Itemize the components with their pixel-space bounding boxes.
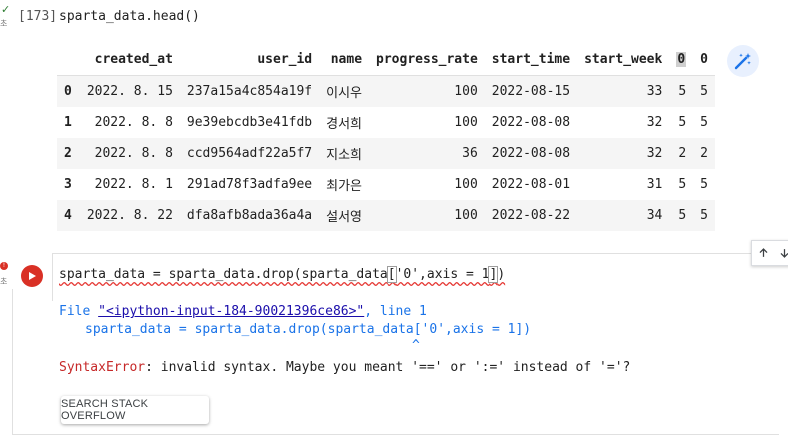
table-cell: ccd9564adf22a5f7 bbox=[186, 146, 313, 161]
row-index: 3 bbox=[64, 177, 72, 192]
cell2-code[interactable]: sparta_data = sparta_data.drop(sparta_da… bbox=[59, 266, 505, 283]
column-header: 0 bbox=[669, 44, 694, 76]
cell1-status: ✓ 초 bbox=[0, 0, 14, 40]
row-index: 0 bbox=[64, 84, 72, 99]
row-index: 1 bbox=[64, 115, 72, 130]
run-cell-button[interactable] bbox=[21, 265, 43, 287]
cell-toolbar bbox=[751, 240, 788, 266]
traceback-code-line: sparta_data = sparta_data.drop(sparta_da… bbox=[85, 322, 532, 337]
exec-time-label: 초 bbox=[0, 19, 8, 28]
table-cell: 2 bbox=[678, 146, 687, 161]
table-cell: 237a15a4c854a19f bbox=[186, 84, 313, 99]
table-cell: 291ad78f3adfa9ee bbox=[186, 177, 313, 192]
table-cell: 100 bbox=[454, 115, 478, 130]
error-message: SyntaxError: invalid syntax. Maybe you m… bbox=[59, 360, 631, 375]
traceback-link[interactable]: "<ipython-input-184-90021396ce86>" bbox=[98, 304, 364, 319]
check-icon: ✓ bbox=[1, 3, 11, 16]
table-cell: 100 bbox=[454, 177, 478, 192]
table-cell: 100 bbox=[454, 208, 478, 223]
table-row: 4 2022. 8. 22 dfa8afb8ada36a4a 설서영 100 2… bbox=[57, 200, 715, 231]
table-row: 2 2022. 8. 8 ccd9564adf22a5f7 지소희 36 202… bbox=[57, 138, 715, 169]
table-cell: 5 bbox=[678, 115, 687, 130]
table-row: 3 2022. 8. 1 291ad78f3adfa9ee 최가은 100 20… bbox=[57, 169, 715, 200]
table-cell: 9e39ebcdb3e41fdb bbox=[186, 115, 313, 130]
dataframe-output: created_at user_id name progress_rate st… bbox=[57, 44, 715, 231]
table-cell: 2022. 8. 22 bbox=[86, 208, 173, 223]
error-badge-icon: ! bbox=[0, 262, 8, 270]
cell-border bbox=[52, 253, 788, 254]
column-header: progress_rate bbox=[369, 44, 485, 76]
table-cell: dfa8afb8ada36a4a bbox=[186, 208, 313, 223]
column-header: start_week bbox=[577, 44, 670, 76]
execution-count: [173] bbox=[18, 9, 58, 24]
table-cell: 33 bbox=[646, 84, 663, 99]
table-row: 1 2022. 8. 8 9e39ebcdb3e41fdb 경서희 100 20… bbox=[57, 107, 715, 138]
cell1-code[interactable]: sparta_data.head() bbox=[59, 9, 200, 24]
row-index: 2 bbox=[64, 146, 72, 161]
exec-time-label: 초 bbox=[0, 277, 8, 286]
traceback-caret: ^ bbox=[412, 338, 420, 353]
table-header-row: created_at user_id name progress_rate st… bbox=[57, 44, 715, 76]
play-icon bbox=[29, 272, 36, 280]
magic-wand-button[interactable] bbox=[727, 45, 759, 77]
table-cell: 5 bbox=[700, 177, 708, 192]
table-cell: 2 bbox=[700, 146, 708, 161]
column-header: created_at bbox=[79, 44, 180, 76]
search-stack-overflow-button[interactable]: SEARCH STACK OVERFLOW bbox=[61, 396, 209, 424]
table-cell: 32 bbox=[646, 115, 663, 130]
column-header: start_time bbox=[484, 44, 578, 76]
arrow-down-icon[interactable] bbox=[779, 246, 788, 260]
magic-wand-icon bbox=[734, 53, 751, 70]
table-cell: 100 bbox=[454, 84, 478, 99]
table-cell: 2022-08-22 bbox=[491, 208, 571, 223]
table-cell: 5 bbox=[678, 177, 687, 192]
table-cell: 2022-08-08 bbox=[491, 115, 571, 130]
column-header: name bbox=[319, 44, 370, 76]
table-cell: 2022. 8. 8 bbox=[94, 146, 173, 161]
table-cell: 2022. 8. 1 bbox=[94, 177, 173, 192]
table-cell: 5 bbox=[700, 208, 708, 223]
table-cell: 2022-08-01 bbox=[491, 177, 571, 192]
table-cell: 36 bbox=[462, 146, 478, 161]
table-cell: 2022. 8. 15 bbox=[86, 84, 173, 99]
table-cell: 2022. 8. 8 bbox=[94, 115, 173, 130]
matching-bracket: [ bbox=[386, 266, 397, 283]
column-header bbox=[57, 44, 80, 76]
row-index: 4 bbox=[64, 208, 72, 223]
table-cell: 2022-08-15 bbox=[491, 84, 571, 99]
table-cell: 5 bbox=[678, 84, 687, 99]
table-cell: 최가은 bbox=[326, 179, 363, 194]
table-cell: 34 bbox=[646, 208, 663, 223]
table-row: 0 2022. 8. 15 237a15a4c854a19f 이시우 100 2… bbox=[57, 75, 715, 107]
table-cell: 32 bbox=[646, 146, 663, 161]
arrow-up-icon[interactable] bbox=[758, 246, 769, 260]
table-cell: 이시우 bbox=[326, 86, 363, 101]
table-cell: 지소희 bbox=[326, 148, 363, 163]
table-cell: 5 bbox=[700, 84, 708, 99]
table-cell: 5 bbox=[678, 208, 687, 223]
table-cell: 설서영 bbox=[326, 210, 363, 225]
table-cell: 31 bbox=[646, 177, 663, 192]
table-cell: 경서희 bbox=[326, 117, 363, 132]
column-header: 0 bbox=[693, 44, 715, 76]
dataframe-table: created_at user_id name progress_rate st… bbox=[57, 44, 715, 231]
column-header: user_id bbox=[179, 44, 320, 76]
traceback-file-line: File "<ipython-input-184-90021396ce86>",… bbox=[59, 304, 427, 319]
table-cell: 5 bbox=[700, 115, 708, 130]
table-cell: 2022-08-08 bbox=[491, 146, 571, 161]
